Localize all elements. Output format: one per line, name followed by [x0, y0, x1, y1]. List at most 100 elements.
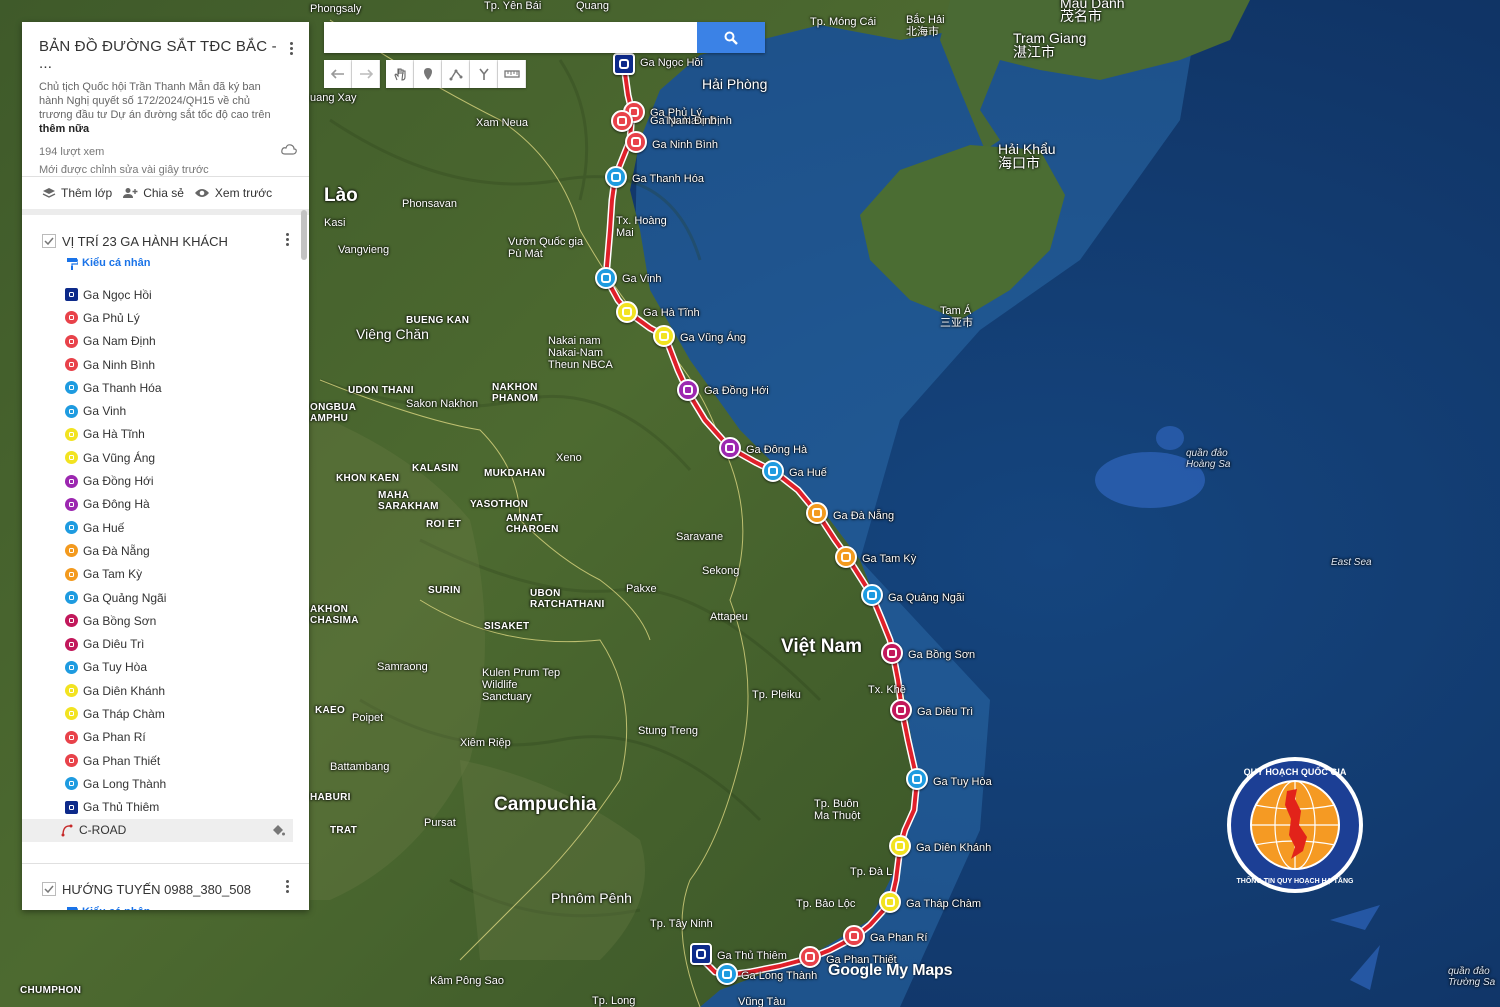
list-item[interactable]: Ga Vũng Áng [22, 446, 309, 469]
add-marker-button[interactable] [414, 60, 442, 88]
redo-button[interactable] [352, 60, 380, 88]
list-item[interactable]: Ga Ngọc Hồi [22, 283, 309, 306]
station-marker[interactable] [843, 925, 865, 947]
list-item-label: Ga Tam Kỳ [83, 567, 143, 582]
list-item[interactable]: Ga Thanh Hóa [22, 376, 309, 399]
layer-header-stations: VỊ TRÍ 23 GA HÀNH KHÁCH [22, 215, 309, 253]
map-label-tx-khe: Tx. Khê [868, 684, 906, 696]
list-item[interactable]: Ga Ninh Bình [22, 353, 309, 376]
hand-icon [393, 68, 406, 81]
list-item[interactable]: Ga Phan Thiết [22, 749, 309, 772]
station-marker[interactable] [605, 166, 627, 188]
station-marker[interactable] [762, 460, 784, 482]
station-marker[interactable] [835, 546, 857, 568]
station-marker[interactable] [881, 642, 903, 664]
list-item[interactable]: Ga Phan Rí [22, 726, 309, 749]
undo-button[interactable] [324, 60, 352, 88]
station-marker-icon [65, 497, 78, 511]
list-item[interactable]: Ga Đồng Hới [22, 469, 309, 492]
station-marker[interactable] [595, 267, 617, 289]
panel-scrollbar[interactable] [301, 210, 307, 260]
station-marker[interactable] [806, 502, 828, 524]
map-label-mong-cai: Tp. Móng Cái [810, 16, 877, 28]
list-item[interactable]: Ga Hà Tĩnh [22, 423, 309, 446]
layer-header-route: HƯỚNG TUYẾN 0988_380_508 [22, 864, 309, 902]
map-label-phongsaly: Phongsaly [310, 3, 362, 15]
route-layer-visibility-checkbox[interactable] [42, 882, 56, 897]
map-label-tay-ninh: Tp. Tây Ninh [650, 918, 713, 930]
station-marker[interactable] [677, 379, 699, 401]
list-item-label: Ga Phủ Lý [83, 310, 140, 325]
layer-visibility-checkbox[interactable] [42, 234, 56, 248]
station-marker-icon [65, 730, 78, 744]
station-marker-icon [65, 591, 78, 604]
draw-line-button[interactable] [442, 60, 470, 88]
list-item[interactable]: Ga Diên Khánh [22, 679, 309, 702]
map-label-kampong: Kâm Pông Sao [430, 975, 504, 987]
map-label-kulen: Kulen Prum Tep Wildlife Sanctuary [482, 667, 561, 704]
list-item[interactable]: Ga Vinh [22, 399, 309, 422]
station-marker[interactable] [879, 891, 901, 913]
station-marker-icon [65, 684, 78, 698]
train-icon [722, 969, 732, 979]
list-item[interactable]: Ga Thủ Thiêm [22, 796, 309, 819]
station-marker[interactable] [616, 301, 638, 323]
map-title[interactable]: BẢN ĐỒ ĐƯỜNG SẮT TĐC BẮC - ... [39, 38, 292, 72]
map-label-pursat: Pursat [424, 817, 456, 829]
list-item[interactable]: Ga Đà Nẵng [22, 539, 309, 562]
map-label-tram-giang-cn: 湛江市 [1013, 44, 1055, 60]
list-item[interactable]: Ga Tháp Chàm [22, 702, 309, 725]
hand-tool-button[interactable] [386, 60, 414, 88]
route-layer-style-link[interactable]: Kiểu cá nhân [22, 902, 309, 910]
layer-style-link[interactable]: Kiểu cá nhân [22, 253, 309, 273]
share-button[interactable]: Chia sẻ [122, 186, 184, 200]
train-station-marker[interactable] [613, 53, 635, 75]
list-item[interactable]: Ga Diêu Trì [22, 632, 309, 655]
list-item-label: Ga Vũng Áng [83, 450, 156, 465]
layer-options-button[interactable] [277, 229, 297, 249]
measure-button[interactable] [498, 60, 526, 88]
map-options-menu-button[interactable] [281, 38, 301, 58]
list-item-label: Ga Huế [83, 520, 125, 535]
list-item[interactable]: Ga Quảng Ngãi [22, 586, 309, 609]
station-marker[interactable] [889, 835, 911, 857]
train-station-marker[interactable] [690, 943, 712, 965]
station-marker[interactable] [625, 131, 647, 153]
list-item[interactable]: Ga Phủ Lý [22, 306, 309, 329]
list-item[interactable]: Ga Tam Kỳ [22, 563, 309, 586]
road-layer-item[interactable]: C-ROAD [22, 818, 293, 843]
station-marker[interactable] [906, 768, 928, 790]
add-layer-button[interactable]: Thêm lớp [42, 186, 112, 200]
search-button[interactable] [697, 22, 765, 53]
map-label-luang-xay: uang Xay [310, 92, 357, 104]
layer-title[interactable]: VỊ TRÍ 23 GA HÀNH KHÁCH [62, 234, 228, 249]
train-icon [812, 508, 822, 518]
map-label-saravane: Saravane [676, 531, 724, 543]
station-marker[interactable] [653, 325, 675, 347]
station-label: Ga Tuy Hòa [933, 776, 992, 788]
train-icon [619, 59, 629, 69]
list-item[interactable]: Ga Long Thành [22, 772, 309, 795]
station-marker[interactable] [611, 110, 633, 132]
panel-actions: Thêm lớp Chia sẻ Xem trước [22, 177, 309, 215]
list-item[interactable]: Ga Đông Hà [22, 493, 309, 516]
station-marker[interactable] [719, 437, 741, 459]
read-more-link[interactable]: thêm nữa [39, 123, 89, 135]
map-label-east-sea: East Sea [1331, 557, 1372, 568]
directions-button[interactable] [470, 60, 498, 88]
station-marker[interactable] [716, 963, 738, 985]
map-label-trat: TRAT [330, 825, 358, 836]
station-marker[interactable] [799, 946, 821, 968]
search-input[interactable] [324, 22, 697, 53]
station-marker-icon [65, 567, 78, 581]
list-item[interactable]: Ga Huế [22, 516, 309, 539]
list-item[interactable]: Ga Tuy Hòa [22, 656, 309, 679]
list-item[interactable]: Ga Bồng Sơn [22, 609, 309, 632]
route-layer-title[interactable]: HƯỚNG TUYẾN 0988_380_508 [62, 882, 251, 897]
route-layer-options-button[interactable] [277, 876, 297, 896]
station-marker[interactable] [861, 584, 883, 606]
list-item-label: Ga Đà Nẵng [83, 543, 150, 558]
list-item[interactable]: Ga Nam Định [22, 330, 309, 353]
preview-button[interactable]: Xem trước [194, 186, 272, 200]
station-marker[interactable] [890, 699, 912, 721]
